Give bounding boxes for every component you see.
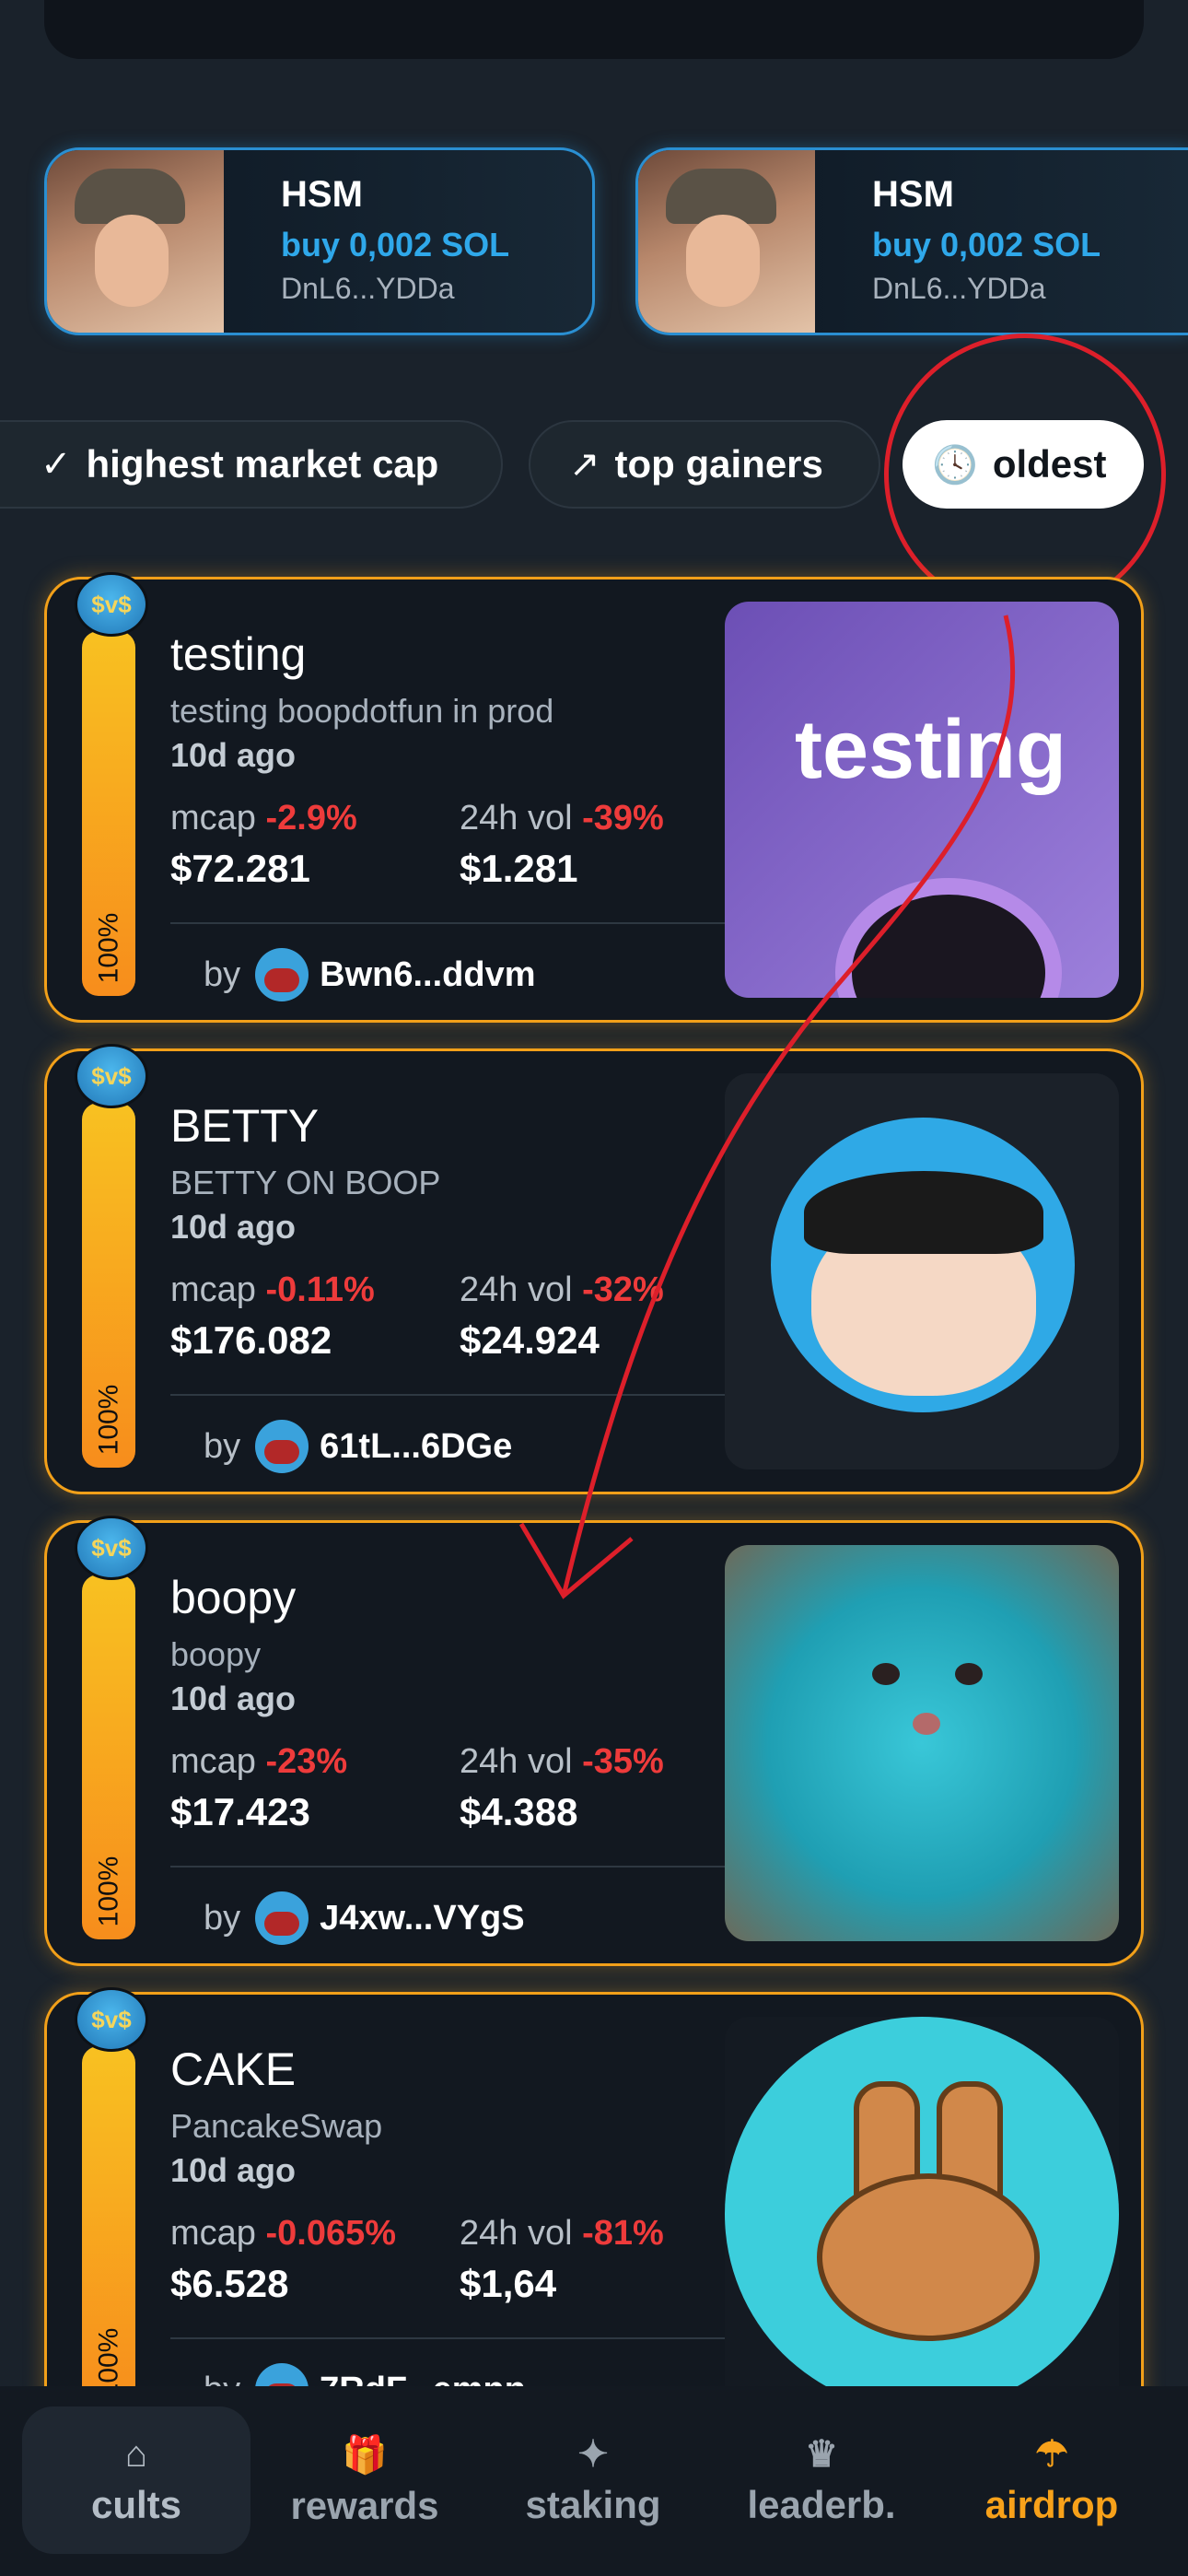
token-name: boopy — [170, 1572, 297, 1623]
divider — [170, 1394, 736, 1396]
filter-highest-market-cap[interactable]: ✓ highest market cap — [0, 420, 503, 509]
boop-badge-icon: $v$ — [75, 1044, 148, 1108]
crown-icon: ♛ — [805, 2434, 838, 2475]
creator-row[interactable]: by Bwn6...ddvm — [204, 948, 536, 1001]
progress-label: 100% — [93, 1856, 124, 1927]
trade-address: DnL6...YDDa — [281, 272, 455, 305]
mcap-label: mcap -2.9% — [170, 799, 357, 837]
parachute-icon: ☂ — [1035, 2434, 1068, 2475]
vol-change: -39% — [582, 799, 664, 837]
creator-row[interactable]: by 61tL...6DGe — [204, 1420, 512, 1473]
token-name: BETTY — [170, 1100, 320, 1152]
vol-value: $24.924 — [460, 1318, 600, 1362]
creator-address: 61tL...6DGe — [320, 1426, 513, 1466]
trader-avatar-photo — [638, 150, 815, 333]
token-description: testing boopdotfun in prod — [170, 692, 554, 730]
nav-staking[interactable]: ✦ staking — [479, 2406, 707, 2554]
vol-label: 24h vol -39% — [460, 799, 664, 837]
token-description: BETTY ON BOOP — [170, 1164, 441, 1201]
mcap-label: mcap -0.065% — [170, 2214, 397, 2253]
token-age: 10d ago — [170, 2151, 297, 2189]
mcap-change: -2.9% — [265, 799, 357, 837]
nav-label: leaderb. — [747, 2483, 896, 2526]
check-icon: ✓ — [41, 444, 72, 485]
token-image — [725, 2017, 1119, 2413]
arrow-up-right-icon: ↗ — [569, 444, 600, 485]
vol-change: -35% — [582, 1742, 664, 1781]
token-age: 10d ago — [170, 1680, 297, 1717]
top-panel — [44, 0, 1144, 59]
filter-label: top gainers — [614, 442, 823, 486]
creator-row[interactable]: by J4xw...VYgS — [204, 1891, 525, 1945]
vol-label: 24h vol -81% — [460, 2214, 664, 2253]
token-card[interactable]: 100% $v$ CAKE PancakeSwap 10d ago mcap -… — [44, 1987, 1144, 2453]
mcap-value: $176.082 — [170, 1318, 332, 1362]
boop-badge-icon: $v$ — [75, 1516, 148, 1580]
token-image: testing — [725, 602, 1119, 998]
sparkles-icon: ✦ — [577, 2434, 609, 2475]
creator-address: J4xw...VYgS — [320, 1898, 525, 1938]
boop-badge-icon: $v$ — [75, 572, 148, 637]
token-description: boopy — [170, 1635, 262, 1673]
mcap-label: mcap -0.11% — [170, 1270, 375, 1309]
vol-value: $4.388 — [460, 1790, 578, 1833]
token-description: PancakeSwap — [170, 2107, 383, 2145]
gift-icon: 🎁 — [342, 2434, 388, 2476]
mcap-change: -23% — [265, 1742, 348, 1781]
trader-avatar-photo — [47, 150, 224, 333]
token-age: 10d ago — [170, 1208, 297, 1246]
progress-label: 100% — [93, 912, 124, 984]
trade-symbol: HSM — [872, 174, 954, 215]
bottom-nav: ⌂ cults 🎁 rewards ✦ staking ♛ leaderb. ☂… — [0, 2386, 1188, 2576]
token-name: testing — [170, 628, 307, 680]
mcap-change: -0.065% — [265, 2214, 397, 2253]
vol-label: 24h vol -35% — [460, 1742, 664, 1781]
trade-symbol: HSM — [281, 174, 363, 215]
filter-top-gainers[interactable]: ↗ top gainers — [529, 420, 880, 509]
nav-label: airdrop — [984, 2483, 1119, 2526]
progress-label: 100% — [93, 1384, 124, 1456]
mcap-value: $17.423 — [170, 1790, 310, 1833]
trade-ticker-card[interactable]: HSM buy 0,002 SOL DnL6...YDDa — [635, 147, 1188, 335]
divider — [170, 1866, 736, 1868]
vol-value: $1.281 — [460, 847, 578, 890]
mcap-value: $72.281 — [170, 847, 310, 890]
token-age: 10d ago — [170, 736, 297, 774]
token-image-text: testing — [795, 704, 1067, 796]
filter-label: highest market cap — [86, 442, 439, 486]
home-icon: ⌂ — [124, 2433, 148, 2475]
creator-avatar — [255, 948, 309, 1001]
trade-action: buy 0,002 SOL — [281, 226, 510, 263]
divider — [170, 2337, 736, 2339]
mcap-value: $6.528 — [170, 2262, 289, 2305]
vol-change: -32% — [582, 1270, 664, 1309]
annotation-circle — [884, 334, 1166, 615]
creator-avatar — [255, 1420, 309, 1473]
token-card[interactable]: 100% $v$ boopy boopy 10d ago mcap -23% $… — [44, 1516, 1144, 1966]
token-name: CAKE — [170, 2043, 297, 2095]
nav-label: cults — [90, 2482, 182, 2526]
boop-badge-icon: $v$ — [75, 1987, 148, 2052]
trade-address: DnL6...YDDa — [872, 272, 1046, 305]
nav-label: staking — [525, 2483, 661, 2526]
nav-leaderboard[interactable]: ♛ leaderb. — [707, 2406, 936, 2554]
creator-address: Bwn6...ddvm — [320, 954, 536, 994]
nav-label: rewards — [290, 2483, 439, 2527]
vol-value: $1,64 — [460, 2262, 557, 2305]
trade-ticker-card[interactable]: HSM buy 0,002 SOL DnL6...YDDa — [44, 147, 595, 335]
token-image — [725, 1545, 1119, 1941]
vol-change: -81% — [582, 2214, 664, 2253]
mcap-change: -0.11% — [265, 1270, 375, 1309]
divider — [170, 922, 736, 924]
token-card[interactable]: 100% $v$ testing testing boopdotfun in p… — [44, 572, 1144, 1023]
token-image — [725, 1073, 1119, 1469]
nav-rewards[interactable]: 🎁 rewards — [250, 2406, 479, 2554]
mcap-label: mcap -23% — [170, 1742, 348, 1781]
creator-avatar — [255, 1891, 309, 1945]
token-card[interactable]: 100% $v$ BETTY BETTY ON BOOP 10d ago mca… — [44, 1044, 1144, 1494]
nav-airdrop[interactable]: ☂ airdrop — [938, 2406, 1166, 2554]
trade-action: buy 0,002 SOL — [872, 226, 1101, 263]
nav-cults[interactable]: ⌂ cults — [22, 2406, 250, 2554]
vol-label: 24h vol -32% — [460, 1270, 664, 1309]
